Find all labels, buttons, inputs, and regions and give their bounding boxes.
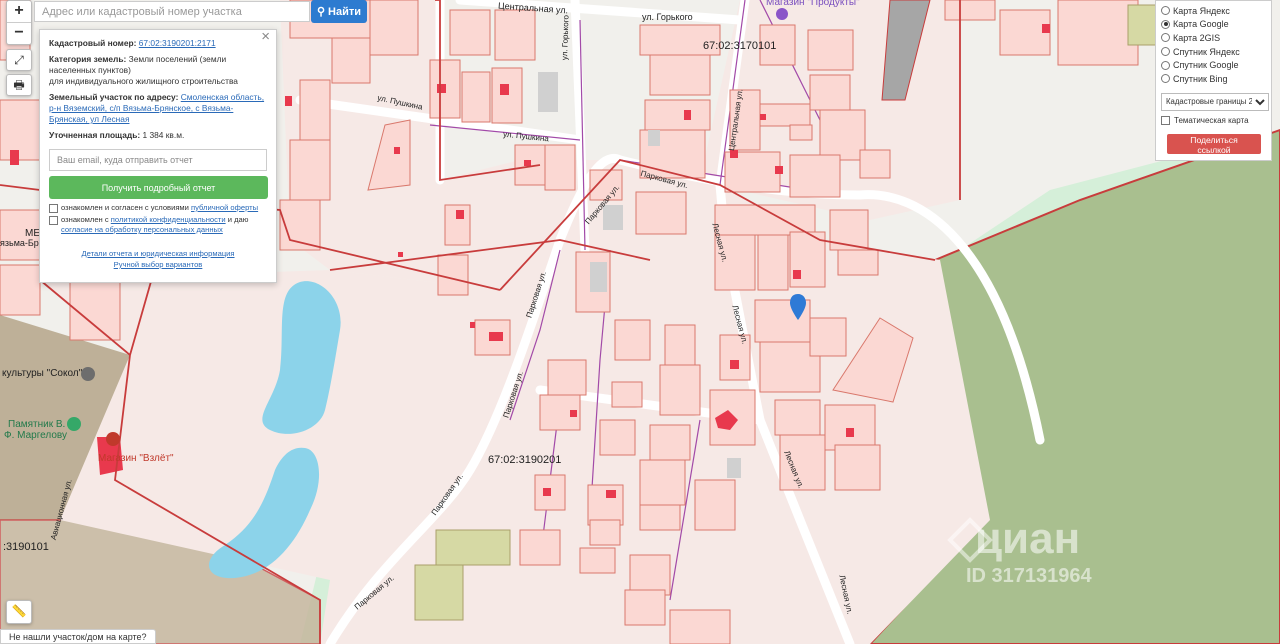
quarter-label: :3190101 <box>3 541 49 553</box>
cadastral-row: Кадастровый номер: 67:02:3190201:2171 <box>49 38 267 49</box>
place-label-shop-products: Магазин "Продукты" <box>766 0 860 8</box>
search-button[interactable]: ⚲ Найти <box>311 0 367 23</box>
layer-label: Спутник Google <box>1173 60 1239 71</box>
layer-label: Карта Яндекс <box>1173 5 1230 16</box>
get-report-button[interactable]: Получить подробный отчет <box>49 176 268 199</box>
place-label-culture: культуры "Сокол" <box>2 368 83 379</box>
consent-privacy: ознакомлен с политикой конфиденциальност… <box>49 215 267 235</box>
details-link[interactable]: Детали отчета и юридическая информация <box>81 249 234 258</box>
area-value: 1 384 кв.м. <box>142 130 185 140</box>
consent-offer: ознакомлен и согласен с условиями публич… <box>49 203 267 213</box>
layer-label: Карта Google <box>1173 19 1229 30</box>
address-label: Земельный участок по адресу: <box>49 92 179 102</box>
search-input[interactable] <box>34 1 310 22</box>
category-row: Категория земель: Земли поселений (земли… <box>49 54 267 87</box>
zoom-in-button[interactable]: + <box>7 1 31 22</box>
area-label: Уточненная площадь: <box>49 130 141 140</box>
layer-label: Спутник Bing <box>1173 73 1228 84</box>
zoom-out-button[interactable]: − <box>7 22 31 44</box>
place-label-monument-2: Ф. Маргелову <box>4 430 67 441</box>
email-input[interactable] <box>49 149 267 171</box>
place-label-monument: Памятник В. <box>8 419 66 430</box>
layer-option-google-satellite[interactable]: Спутник Google <box>1161 58 1266 72</box>
green-parcel-top <box>1127 4 1159 46</box>
cadastral-link[interactable]: 67:02:3190201:2171 <box>139 38 216 48</box>
printer-icon: 🖶 <box>13 78 25 92</box>
category-value-2: для индивидуального жилищного строительс… <box>49 76 238 86</box>
parcel-info-panel: × Кадастровый номер: 67:02:3190201:2171 … <box>39 29 277 283</box>
radio-icon <box>1161 74 1170 84</box>
radio-icon <box>1161 6 1170 16</box>
place-label-shop-vzlet: Магазин "Взлёт" <box>98 453 174 464</box>
category-label: Категория земель: <box>49 54 127 64</box>
shop-vzlet-marker-icon[interactable] <box>106 432 120 446</box>
shop-products-marker-icon[interactable] <box>776 8 788 20</box>
quarter-label: 67:02:3190201 <box>488 454 562 466</box>
radio-icon <box>1161 47 1170 57</box>
watermark-text: циан <box>975 514 1081 563</box>
watermark-id: ID 317131964 <box>966 565 1092 587</box>
layer-option-bing-satellite[interactable]: Спутник Bing <box>1161 72 1266 86</box>
culture-marker-icon[interactable] <box>81 367 95 381</box>
close-icon[interactable]: × <box>261 29 270 44</box>
details-row: Детали отчета и юридическая информация Р… <box>49 248 267 270</box>
zoom-control: + − <box>6 0 32 45</box>
radio-selected-icon <box>1161 19 1170 29</box>
consent-offer-prefix: ознакомлен и согласен с условиями <box>61 203 189 212</box>
manual-select-link[interactable]: Ручной выбор вариантов <box>114 260 203 269</box>
share-link-button[interactable]: Поделиться ссылкой <box>1167 134 1261 155</box>
not-found-link[interactable]: Не нашли участок/дом на карте? <box>0 629 156 644</box>
layer-option-google-map[interactable]: Карта Google <box>1161 18 1266 32</box>
radio-icon <box>1161 60 1170 70</box>
cadastral-label: Кадастровый номер: <box>49 38 137 48</box>
expand-icon: ⤢ <box>14 53 24 67</box>
consent-offer-checkbox[interactable] <box>49 204 58 213</box>
search-button-label: Найти <box>328 5 362 18</box>
street-label: ул. Горького <box>642 12 693 22</box>
personal-data-link[interactable]: согласие на обработку персональных данны… <box>61 225 223 234</box>
fullscreen-button[interactable]: ⤢ <box>6 49 32 71</box>
public-offer-link[interactable]: публичной оферты <box>191 203 258 212</box>
cadastral-borders-select[interactable]: Кадастровые границы 2024 <box>1161 92 1269 111</box>
consent-privacy-prefix: ознакомлен с <box>61 215 109 224</box>
layer-label: Спутник Яндекс <box>1173 46 1240 57</box>
quarter-label: 67:02:3170101 <box>703 40 777 52</box>
street-label: ул. Горького <box>560 14 571 61</box>
thematic-label: Тематическая карта <box>1174 115 1249 125</box>
radio-icon <box>1161 33 1170 43</box>
consent-offer-text: ознакомлен и согласен с условиями публич… <box>61 203 258 213</box>
thematic-map-toggle[interactable]: Тематическая карта <box>1161 115 1266 125</box>
area-row: Уточненная площадь: 1 384 кв.м. <box>49 130 267 141</box>
consent-privacy-checkbox[interactable] <box>49 216 58 225</box>
consent-privacy-text: ознакомлен с политикой конфиденциальност… <box>61 215 267 235</box>
privacy-policy-link[interactable]: политикой конфиденциальности <box>111 215 226 224</box>
layer-option-yandex-satellite[interactable]: Спутник Яндекс <box>1161 45 1266 59</box>
monument-marker-icon[interactable] <box>67 417 81 431</box>
layer-label: Карта 2GIS <box>1173 32 1221 43</box>
search-icon: ⚲ <box>316 6 326 18</box>
consent-privacy-suffix: и даю <box>227 215 249 224</box>
layer-option-2gis-map[interactable]: Карта 2GIS <box>1161 31 1266 45</box>
print-button[interactable]: 🖶 <box>6 74 32 96</box>
thematic-checkbox[interactable] <box>1161 115 1170 125</box>
ruler-icon: 📏 <box>11 604 27 618</box>
address-row: Земельный участок по адресу: Смоленская … <box>49 92 267 125</box>
ruler-button[interactable]: 📏 <box>6 600 32 624</box>
layer-option-yandex-map[interactable]: Карта Яндекс <box>1161 4 1266 18</box>
